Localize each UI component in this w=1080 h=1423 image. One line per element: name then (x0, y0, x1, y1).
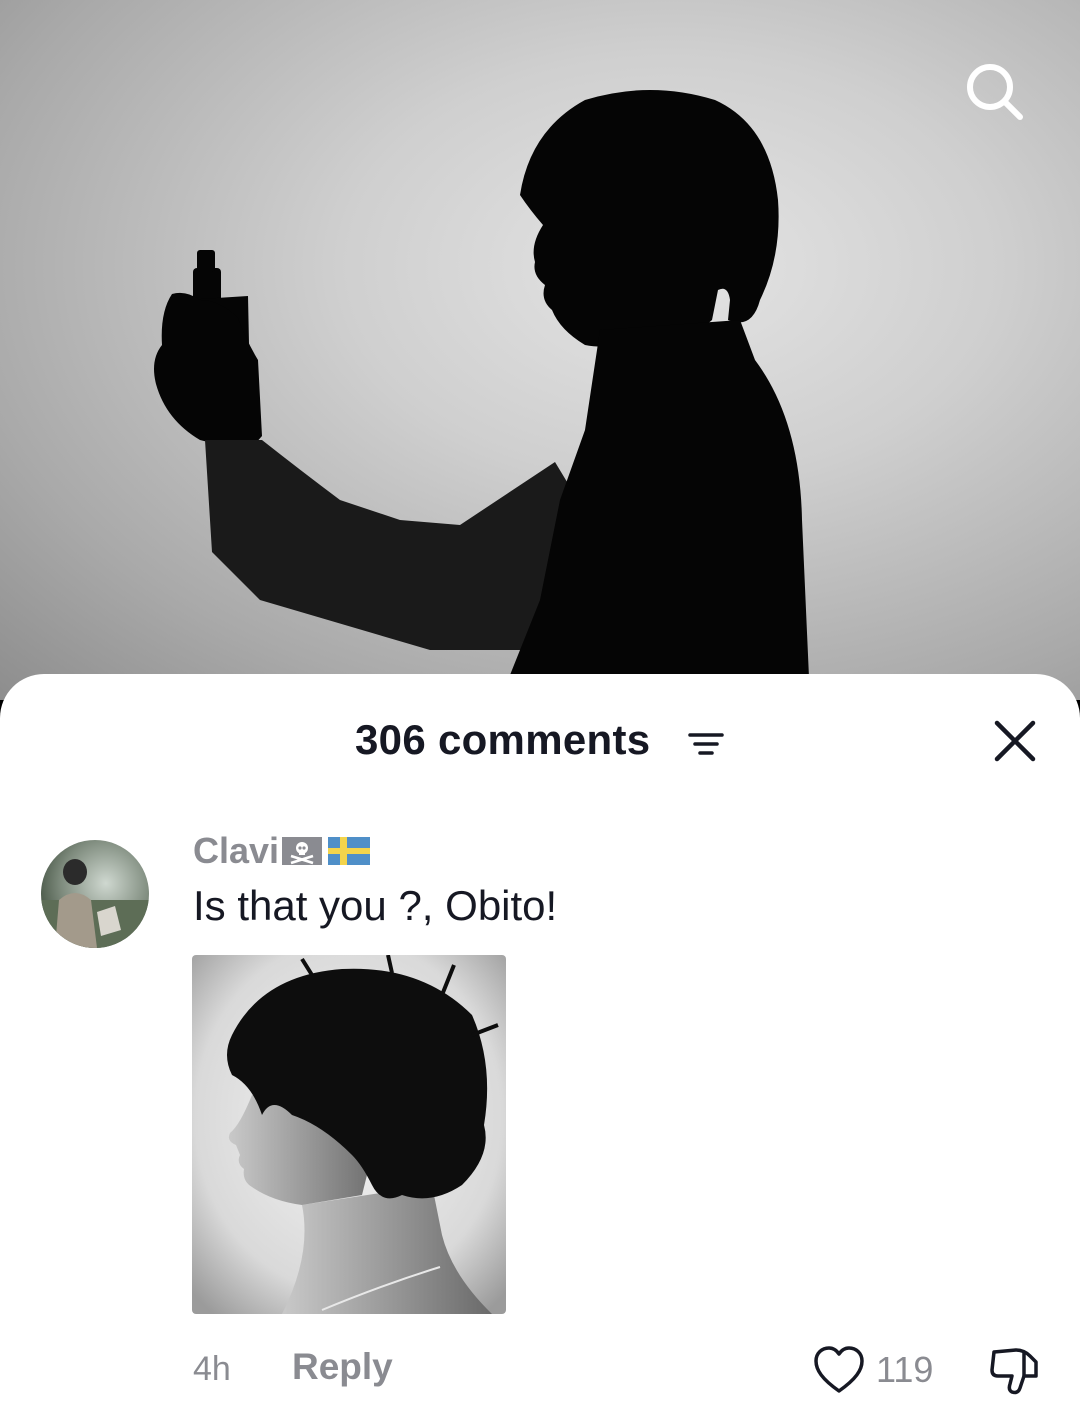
close-icon[interactable] (990, 716, 1040, 766)
avatar-image (41, 840, 149, 948)
comment-timestamp: 4h (193, 1350, 231, 1388)
attached-portrait-image (192, 955, 506, 1314)
comments-header: 306 comments (0, 674, 1080, 804)
filter-lines-icon[interactable] (688, 730, 724, 760)
username-text: Clavi (193, 830, 280, 871)
dislike-icon[interactable] (986, 1342, 1042, 1398)
search-button[interactable] (955, 52, 1035, 132)
like-button[interactable]: 119 (812, 1342, 933, 1398)
heart-icon (814, 1346, 864, 1393)
comment-text: Is that you ?, Obito! (193, 882, 558, 929)
comment-attached-image[interactable] (192, 955, 506, 1314)
comment-username[interactable]: Clavi (193, 830, 371, 872)
comments-sheet: 306 comments Clavi Is that you ?, Obito!… (0, 674, 1080, 1423)
reply-button[interactable]: Reply (292, 1346, 393, 1388)
like-count: 119 (876, 1349, 934, 1390)
pirate-flag-emoji (282, 837, 323, 865)
video-silhouette-frame (154, 90, 810, 700)
avatar[interactable] (41, 840, 149, 948)
search-icon (967, 64, 1023, 120)
sweden-flag-emoji (328, 837, 371, 865)
video-player[interactable] (0, 0, 1080, 700)
comments-count-title: 306 comments (355, 716, 651, 763)
